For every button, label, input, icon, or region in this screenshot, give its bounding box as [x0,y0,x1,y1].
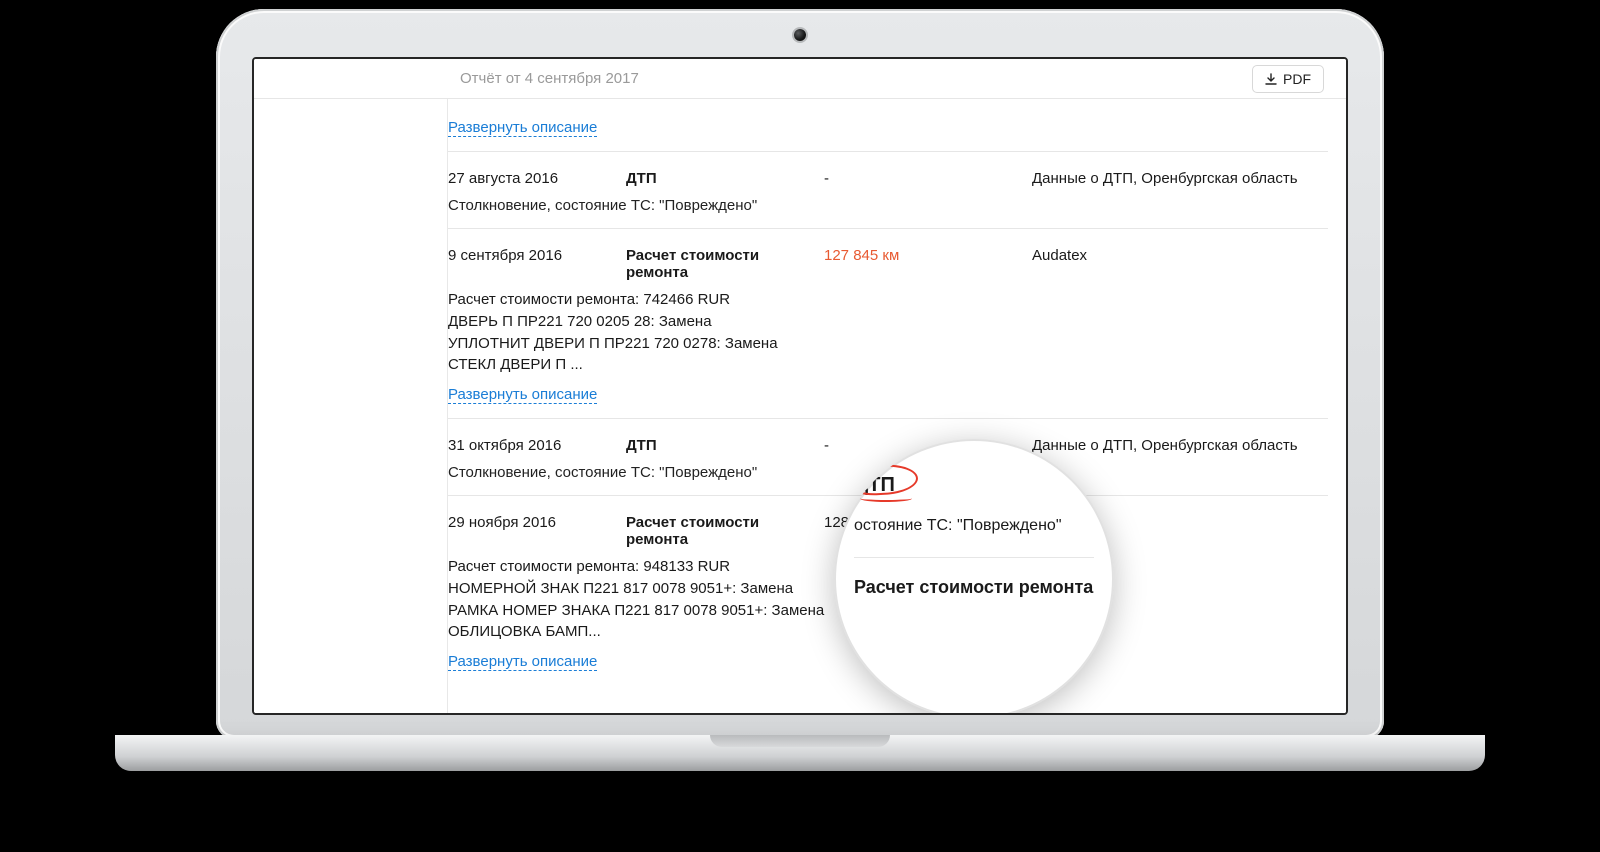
detail-line: ДВЕРЬ П ПР221 720 0205 28: Замена [448,311,1328,333]
history-entry: 9 сентября 2016 Расчет стоимости ремонта… [448,228,1328,418]
download-icon [1265,73,1277,85]
zoom-divider [854,557,1094,558]
detail-line: УПЛОТНИТ ДВЕРИ П ПР221 720 0278: Замена [448,333,1328,355]
entry-kind: Расчет стоимости ремонта [626,247,816,281]
expand-link[interactable]: Развернуть описание [448,119,597,137]
laptop-shadow [150,776,1450,802]
entry-date: 9 сентября 2016 [448,247,618,264]
entry-details: Расчет стоимости ремонта: 742466 RUR ДВЕ… [448,289,1328,376]
entry-kind: Расчет стоимости ремонта [626,514,816,548]
expand-link[interactable]: Развернуть описание [448,386,597,404]
entry-source: Audatex [1032,247,1328,264]
entry-km: 127 845 км [824,247,1024,264]
entry-note: Столкновение, состояние ТС: "Повреждено" [448,197,1328,214]
entry-date: 31 октября 2016 [448,437,618,454]
entry-kind: ДТП [626,437,816,454]
screen: Отчёт от 4 сентября 2017 PDF Развернуть … [252,57,1348,715]
red-underline-icon [860,495,912,502]
laptop-notch [710,735,890,747]
detail-line: СТЕКЛ ДВЕРИ П ... [448,354,1328,376]
app: Отчёт от 4 сентября 2017 PDF Развернуть … [254,59,1346,713]
pdf-label: PDF [1283,71,1311,87]
laptop-base [115,735,1485,771]
entry-source: Данные о ДТП, Оренбургская область [1032,170,1328,187]
topbar: Отчёт от 4 сентября 2017 PDF [254,59,1346,99]
red-circle-icon [843,463,918,497]
laptop-frame: Отчёт от 4 сентября 2017 PDF Развернуть … [216,9,1384,739]
history-entry: 27 августа 2016 ДТП - Данные о ДТП, Орен… [448,151,1328,228]
history-entry: Развернуть описание [448,99,1328,151]
entry-date: 29 ноября 2016 [448,514,618,531]
entry-date: 27 августа 2016 [448,170,618,187]
sidebar [254,99,448,713]
download-pdf-button[interactable]: PDF [1252,65,1324,93]
zoom-heading: ДТП [854,471,1094,499]
zoom-block: Расчет стоимости ремонта [854,576,1094,599]
zoom-sub: остояние ТС: "Повреждено" [854,515,1094,537]
entry-km: - [824,170,1024,187]
entry-kind: ДТП [626,170,816,187]
expand-link[interactable]: Развернуть описание [448,653,597,671]
detail-line: Расчет стоимости ремонта: 742466 RUR [448,289,1328,311]
magnifier-lens: ДТП остояние ТС: "Повреждено" Расчет сто… [834,439,1114,715]
camera-icon [794,29,806,41]
report-title: Отчёт от 4 сентября 2017 [460,70,639,87]
